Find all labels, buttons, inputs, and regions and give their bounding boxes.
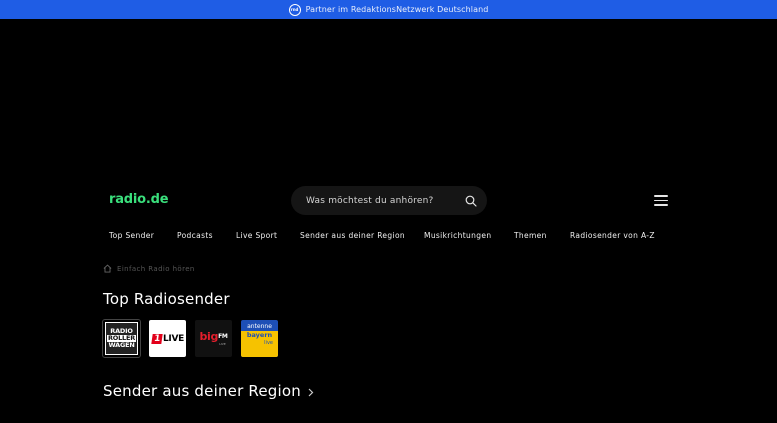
rollerwagen-logo: RADIO ROLLER WAGEN xyxy=(106,323,137,354)
nav-item-region[interactable]: Sender aus deiner Region xyxy=(300,231,405,240)
bigfm-logo: bigFM xyxy=(199,330,228,343)
search-input[interactable]: Was möchtest du anhören? xyxy=(291,186,487,215)
nav-item-podcasts[interactable]: Podcasts xyxy=(177,231,213,240)
search-placeholder: Was möchtest du anhören? xyxy=(306,195,434,206)
station-card-bigfm[interactable]: bigFM LIVE xyxy=(195,320,232,357)
hamburger-menu-icon[interactable] xyxy=(654,195,668,207)
station-card-1live[interactable]: 1 LIVE xyxy=(149,320,186,357)
nav-item-themen[interactable]: Themen xyxy=(514,231,547,240)
ad-space xyxy=(0,19,777,179)
antenne-logo-mid: bayern xyxy=(241,331,278,339)
partner-banner[interactable]: rnd Partner im RedaktionsNetzwerk Deutsc… xyxy=(0,0,777,19)
antenne-logo-top: antenne xyxy=(247,323,272,330)
antenne-logo-bottom: live xyxy=(241,339,278,357)
nav-item-musikrichtungen[interactable]: Musikrichtungen xyxy=(424,231,491,240)
home-icon[interactable] xyxy=(103,264,112,273)
search-icon[interactable] xyxy=(465,195,477,207)
radio-de-logo[interactable]: radio.de xyxy=(109,192,169,207)
station-card-antenne-bayern[interactable]: antenne bayern live xyxy=(241,320,278,357)
chevron-right-icon xyxy=(308,388,314,396)
main-nav: Top Sender Podcasts Live Sport Sender au… xyxy=(0,231,777,243)
breadcrumb-label: Einfach Radio hören xyxy=(117,264,195,273)
breadcrumb: Einfach Radio hören xyxy=(103,264,195,273)
nav-item-live-sport[interactable]: Live Sport xyxy=(236,231,277,240)
site-header: radio.de Was möchtest du anhören? xyxy=(0,184,777,218)
region-section-link[interactable]: Sender aus deiner Region xyxy=(103,382,314,400)
station-card-rollerwagen[interactable]: RADIO ROLLER WAGEN xyxy=(102,319,141,358)
top-radiosender-title: Top Radiosender xyxy=(103,290,230,308)
top-stations-list: RADIO ROLLER WAGEN 1 LIVE bigFM LIVE ante… xyxy=(102,319,278,358)
partner-text: Partner im RedaktionsNetzwerk Deutschlan… xyxy=(305,5,489,14)
rnd-logo-icon: rnd xyxy=(288,3,301,16)
nav-item-a-z[interactable]: Radiosender von A-Z xyxy=(570,231,655,240)
region-section-title: Sender aus deiner Region xyxy=(103,382,301,400)
1live-logo: 1 LIVE xyxy=(151,333,184,344)
nav-item-top-sender[interactable]: Top Sender xyxy=(109,231,154,240)
